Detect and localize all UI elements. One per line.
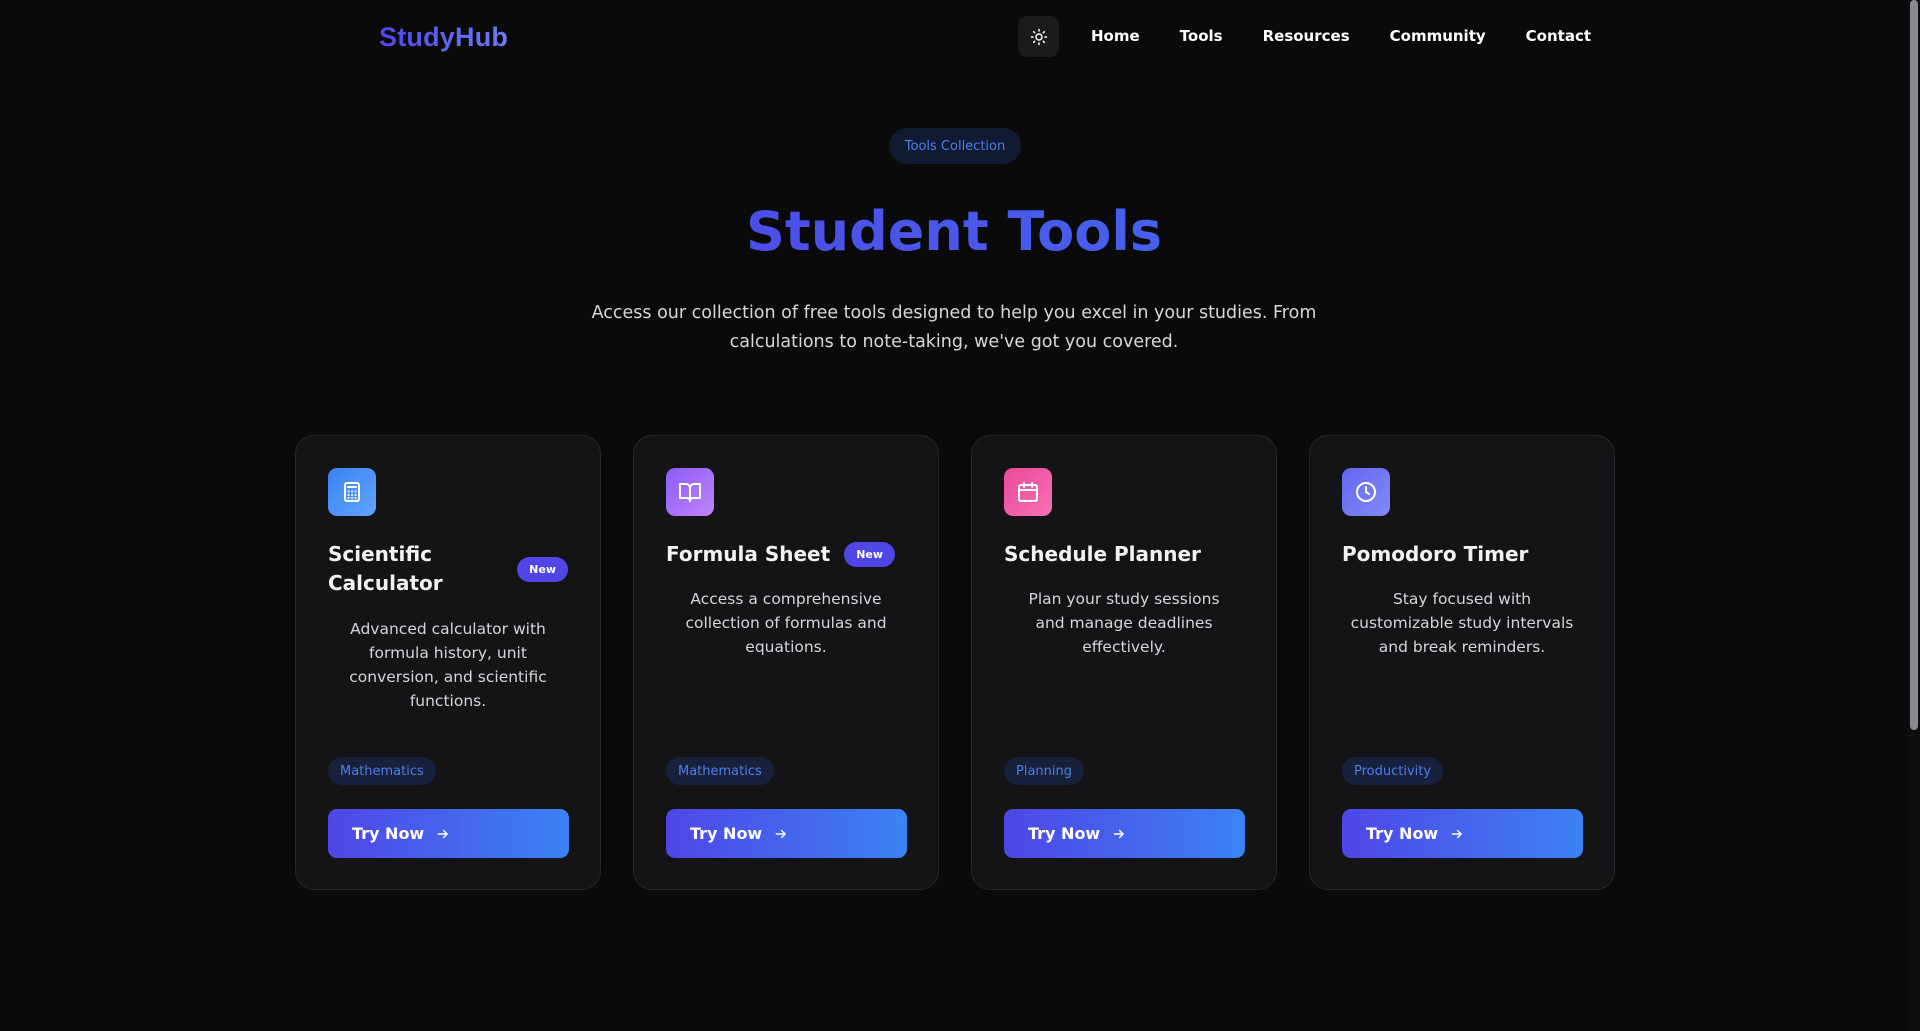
tool-card-pomodoro-timer: Pomodoro Timer Stay focused with customi… (1309, 435, 1615, 890)
nav-community[interactable]: Community (1390, 27, 1486, 45)
nav-contact[interactable]: Contact (1526, 27, 1591, 45)
page-title: Student Tools (0, 200, 1908, 263)
category-tag: Mathematics (666, 757, 774, 785)
try-now-label: Try Now (1366, 824, 1439, 843)
nav-home[interactable]: Home (1091, 27, 1140, 45)
logo[interactable]: StudyHub (379, 22, 508, 53)
sun-icon (1030, 28, 1047, 45)
card-title: Formula Sheet (666, 542, 831, 566)
tool-card-scientific-calculator: Scientific Calculator New Advanced calcu… (295, 435, 601, 890)
new-badge: New (844, 542, 896, 567)
try-now-label: Try Now (352, 824, 425, 843)
try-now-button[interactable]: Try Now (328, 809, 569, 858)
tool-card-formula-sheet: Formula Sheet New Access a comprehensive… (633, 435, 939, 890)
try-now-label: Try Now (1028, 824, 1101, 843)
try-now-label: Try Now (690, 824, 763, 843)
arrow-right-icon (1450, 827, 1464, 841)
scrollbar[interactable] (1908, 0, 1920, 1031)
card-header: Formula Sheet New (666, 540, 906, 569)
card-header: Schedule Planner (1004, 540, 1244, 569)
nav-tools[interactable]: Tools (1180, 27, 1223, 45)
new-badge: New (517, 556, 568, 582)
card-title: Pomodoro Timer (1342, 542, 1529, 566)
site-header: StudyHub Home Tools Resources Community … (0, 0, 1908, 75)
card-header: Scientific Calculator New (328, 540, 568, 598)
category-tag: Mathematics (328, 757, 436, 785)
category-tag: Productivity (1342, 757, 1444, 785)
main-nav: Home Tools Resources Community Contact (1091, 27, 1631, 45)
card-header: Pomodoro Timer (1342, 540, 1582, 569)
card-description: Stay focused with customizable study int… (1350, 590, 1574, 656)
arrow-right-icon (774, 827, 788, 841)
theme-toggle-button[interactable] (1018, 16, 1059, 57)
nav-resources[interactable]: Resources (1263, 27, 1350, 45)
card-description: Advanced calculator with formula history… (349, 620, 547, 710)
calculator-icon (328, 468, 376, 516)
try-now-button[interactable]: Try Now (666, 809, 907, 858)
try-now-button[interactable]: Try Now (1004, 809, 1245, 858)
clock-icon (1342, 468, 1390, 516)
book-icon (666, 468, 714, 516)
scrollbar-thumb[interactable] (1910, 0, 1918, 730)
arrow-right-icon (436, 827, 450, 841)
card-description: Access a comprehensive collection of for… (685, 590, 887, 656)
card-title: Scientific Calculator (328, 542, 443, 595)
try-now-button[interactable]: Try Now (1342, 809, 1583, 858)
card-description: Plan your study sessions and manage dead… (1028, 590, 1220, 656)
category-tag: Planning (1004, 757, 1084, 785)
section-pill: Tools Collection (889, 128, 1021, 164)
calendar-icon (1004, 468, 1052, 516)
arrow-right-icon (1112, 827, 1126, 841)
tool-card-schedule-planner: Schedule Planner Plan your study session… (971, 435, 1277, 890)
tools-grid: Scientific Calculator New Advanced calcu… (295, 435, 1615, 890)
card-title: Schedule Planner (1004, 542, 1201, 566)
page-subtitle: Access our collection of free tools desi… (591, 303, 1317, 352)
